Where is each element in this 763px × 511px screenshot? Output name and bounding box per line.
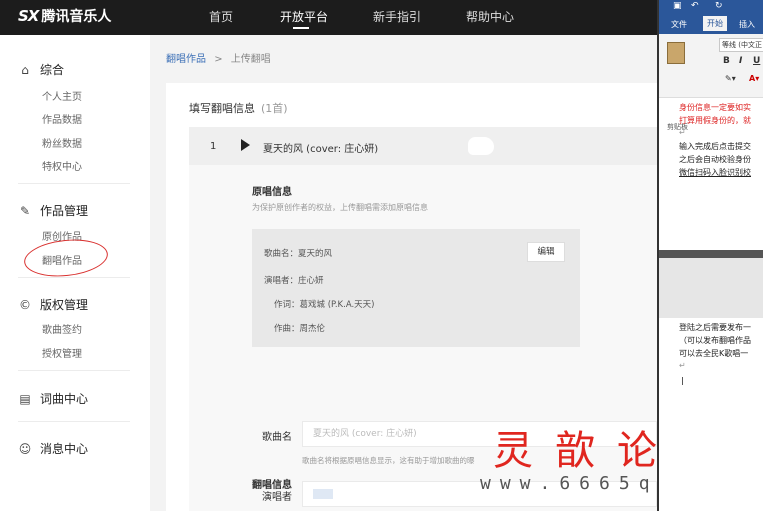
- undo-icon[interactable]: ↶: [691, 1, 699, 11]
- edit-original-button[interactable]: 编辑: [527, 242, 565, 262]
- original-info-title: 原唱信息: [252, 187, 292, 198]
- doc-line: 之后会自动校验身份: [679, 155, 751, 164]
- sidebar-section-works[interactable]: ✎ 作品管理: [18, 202, 88, 219]
- save-icon[interactable]: ▣: [673, 1, 682, 11]
- breadcrumb-parent-link[interactable]: 翻唱作品: [166, 54, 206, 65]
- font-color-icon[interactable]: A▾: [749, 74, 759, 83]
- logo[interactable]: SX 腾讯音乐人: [18, 6, 111, 26]
- home-icon: ⌂: [21, 62, 29, 77]
- original-info-box: 歌曲名：夏天的风 演唱者：庄心妍 作词：葛戏城 (P.K.A.天天) 作曲：周杰…: [252, 229, 580, 347]
- song-row[interactable]: 1 夏天的风 (cover: 庄心妍): [189, 127, 657, 165]
- underline-button[interactable]: U: [753, 56, 760, 66]
- original-singer-row: 演唱者：庄心妍: [264, 274, 324, 286]
- hand-drawn-circle-annotation: [22, 235, 110, 281]
- row-label: 演唱者：: [264, 276, 299, 286]
- logo-text: 腾讯音乐人: [41, 9, 112, 25]
- word-tab-home[interactable]: 开始: [703, 16, 727, 31]
- paragraph-mark: ↵: [679, 128, 686, 137]
- sidebar-section-label: 作品管理: [40, 204, 89, 218]
- sidebar-section-label: 综合: [40, 63, 65, 77]
- word-tab-insert[interactable]: 插入: [739, 19, 755, 30]
- sidebar-section-label: 词曲中心: [40, 392, 89, 406]
- sidebar-section-copyright[interactable]: © 版权管理: [18, 296, 88, 313]
- row-value: 夏天的风: [298, 249, 333, 259]
- doc-line: 输入完成后点击提交: [679, 142, 751, 151]
- word-titlebar: ▣ ↶ ↻: [659, 0, 763, 14]
- logo-mark: SX: [18, 7, 39, 25]
- original-info-hint: 为保护原创作者的权益，上传翻唱需添加原唱信息: [252, 203, 428, 212]
- paragraph-mark: ↵: [679, 361, 686, 370]
- singer-tag-icon: [313, 488, 333, 499]
- row-label: 歌曲名：: [264, 249, 299, 259]
- doc-line: 登陆之后需要发布一: [679, 323, 751, 332]
- sidebar-section-lyrics-center[interactable]: ▤ 词曲中心: [18, 390, 88, 407]
- sidebar: ⌂ 综合 个人主页 作品数据 粉丝数据 特权中心 ✎ 作品管理 原创作品 翻唱作…: [0, 35, 150, 511]
- breadcrumb-current: 上传翻唱: [230, 54, 271, 65]
- nav-item-beginner-guide[interactable]: 新手指引: [373, 8, 421, 25]
- sidebar-item-work-data[interactable]: 作品数据: [42, 111, 82, 126]
- cover-song-name-hint: 歌曲名将根据原唱信息显示，这有助于增加歌曲的曝: [302, 456, 475, 465]
- row-value: 周杰伦: [299, 324, 326, 334]
- message-icon: ☺: [18, 441, 32, 456]
- page-break-area: [659, 250, 763, 318]
- copyright-icon: ©: [19, 297, 31, 312]
- song-name: 夏天的风 (cover: 庄心妍): [263, 144, 379, 155]
- word-tab-file[interactable]: 文件: [671, 19, 687, 30]
- text-cursor: |: [681, 376, 684, 385]
- row-label: 作词：: [274, 300, 300, 310]
- song-index: 1: [210, 141, 217, 152]
- nav-item-help-center[interactable]: 帮助中心: [466, 8, 514, 25]
- paste-icon[interactable]: [667, 42, 685, 64]
- doc-line: 身份信息一定要如实: [679, 103, 751, 112]
- panel-title-text: 填写翻唱信息: [189, 102, 255, 115]
- nav-item-open-platform[interactable]: 开放平台: [280, 8, 328, 25]
- song-count: (1首): [261, 102, 288, 115]
- redo-icon[interactable]: ↻: [715, 1, 723, 11]
- word-ribbon: 等线 (中文正 B I U ✎▾ A▾ 剪贴板: [659, 34, 763, 131]
- italic-button[interactable]: I: [739, 56, 742, 66]
- row-value: 葛戏城 (P.K.A.天天): [299, 300, 375, 310]
- breadcrumb-separator: >: [214, 54, 223, 65]
- original-composer-row: 作曲：周杰伦: [274, 322, 325, 334]
- doc-line: 微信扫码入脸识别校: [679, 168, 751, 177]
- sidebar-section-label: 版权管理: [40, 298, 89, 312]
- redaction-blob: [468, 137, 494, 155]
- sidebar-divider: [18, 421, 130, 422]
- font-name-select[interactable]: 等线 (中文正: [719, 38, 763, 52]
- original-lyricist-row: 作词：葛戏城 (P.K.A.天天): [274, 298, 375, 310]
- play-icon[interactable]: [241, 139, 250, 151]
- sidebar-section-label: 消息中心: [40, 442, 89, 456]
- doc-line: （可以发布翻唱作品: [679, 336, 751, 345]
- active-nav-indicator: [293, 27, 309, 29]
- doc-line: 可以去全民K歌唱一: [679, 349, 749, 358]
- sidebar-item-song-signing[interactable]: 歌曲签约: [42, 321, 82, 336]
- sidebar-item-privilege-center[interactable]: 特权中心: [42, 158, 82, 173]
- sidebar-divider: [18, 370, 130, 371]
- document-icon: ▤: [19, 391, 31, 406]
- sidebar-divider: [18, 277, 130, 278]
- row-label: 作曲：: [274, 324, 300, 334]
- word-window: ▣ ↶ ↻ 文件 开始 插入 等线 (中文正 B I U ✎▾ A▾ 剪贴板 身…: [657, 0, 763, 511]
- sidebar-section-messages[interactable]: ☺ 消息中心: [18, 440, 88, 457]
- sidebar-section-overview[interactable]: ⌂ 综合: [18, 61, 64, 78]
- bold-button[interactable]: B: [723, 56, 730, 66]
- sidebar-divider: [18, 183, 130, 184]
- row-value: 庄心妍: [298, 276, 324, 286]
- panel-title: 填写翻唱信息 (1首): [189, 100, 288, 116]
- highlight-icon[interactable]: ✎▾: [725, 74, 736, 83]
- original-song-name-row: 歌曲名：夏天的风: [264, 247, 332, 259]
- doc-line: 打算用假身份的，就: [679, 116, 751, 125]
- edit-icon: ✎: [19, 203, 31, 218]
- top-navigation-bar: SX 腾讯音乐人 首页 开放平台 新手指引 帮助中心: [0, 0, 657, 35]
- sidebar-item-fan-data[interactable]: 粉丝数据: [42, 135, 82, 150]
- nav-item-home[interactable]: 首页: [209, 8, 233, 25]
- sidebar-item-authorization[interactable]: 授权管理: [42, 345, 82, 360]
- word-ribbon-tabs: 文件 开始 插入: [659, 14, 763, 34]
- breadcrumb: 翻唱作品 > 上传翻唱: [166, 50, 271, 65]
- cover-song-name-label: 歌曲名: [262, 432, 292, 443]
- sidebar-item-profile[interactable]: 个人主页: [42, 88, 82, 103]
- cover-singer-label: 演唱者: [262, 492, 292, 503]
